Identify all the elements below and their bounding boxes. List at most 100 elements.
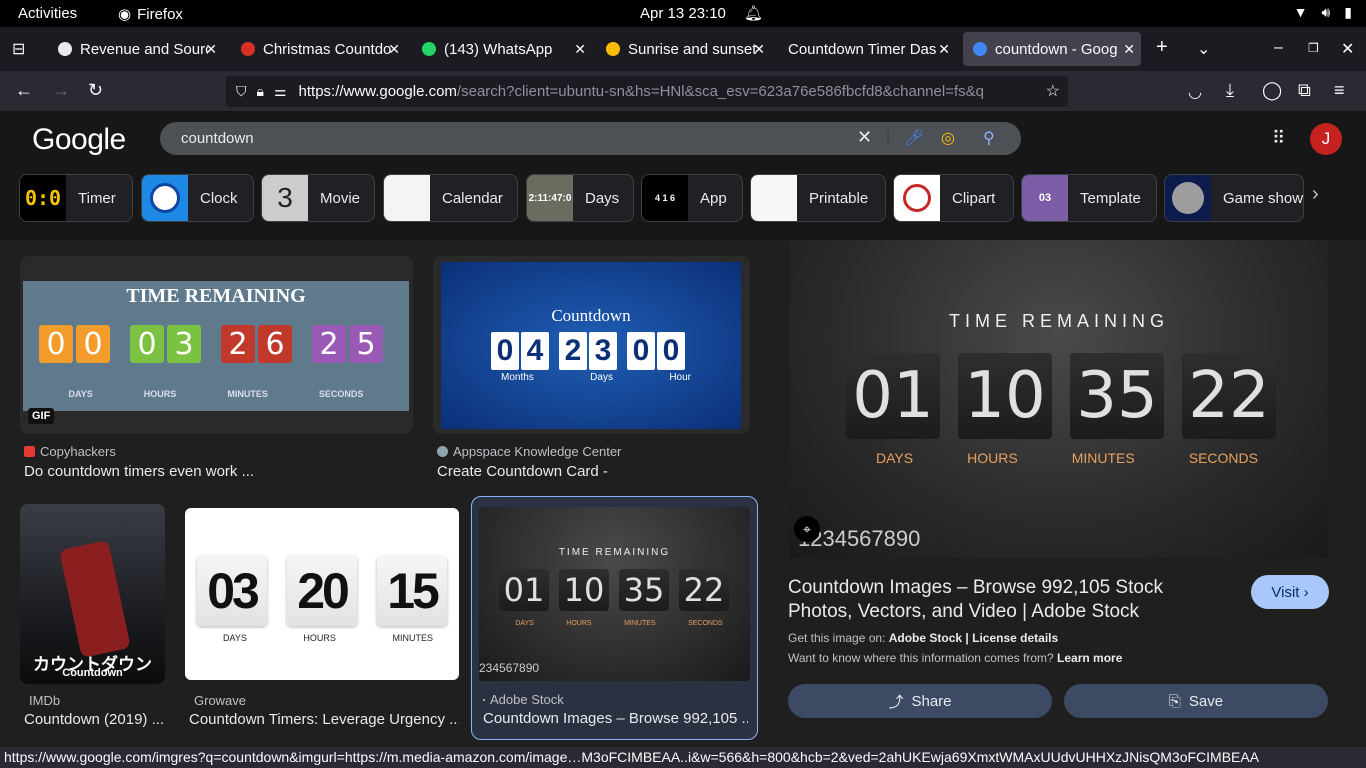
chip-calendar[interactable]: Calendar — [383, 174, 518, 222]
search-input[interactable] — [181, 130, 841, 147]
share-button[interactable]: ⤴ Share — [788, 684, 1052, 718]
tab-overflow-chevron-icon[interactable]: ⌄ — [1197, 39, 1210, 59]
image-preview-panel: TIME REMAINING 01 10 35 22 DAYS HOURS MI… — [772, 240, 1346, 768]
app-menu[interactable]: ◉ Firefox — [118, 5, 183, 24]
chip-clipart[interactable]: Clipart — [893, 174, 1014, 222]
shield-icon[interactable]: ⛉ — [236, 83, 247, 100]
tab-sunrise[interactable]: Sunrise and sunset ✕ — [596, 32, 771, 66]
result-source-adobe[interactable]: Adobe Stock — [483, 692, 564, 707]
reload-icon[interactable]: ↻ — [88, 80, 103, 101]
license-details-link[interactable]: License details — [972, 631, 1058, 645]
lens-search-icon[interactable]: ◎ — [941, 128, 955, 148]
result-image[interactable]: カウントダウン Countdown — [20, 504, 165, 684]
chip-movie[interactable]: 3 Movie — [261, 174, 375, 222]
close-tab-icon[interactable]: ✕ — [753, 41, 765, 58]
chip-game-show[interactable]: Game show — [1164, 174, 1304, 222]
search-box[interactable]: ✕ | 🎤︎ ◎ ⚲ — [160, 122, 1021, 155]
save-button[interactable]: ⎘ Save — [1064, 684, 1328, 718]
close-tab-icon[interactable]: ✕ — [938, 41, 950, 58]
unit-labels: Months Days Hour — [501, 372, 691, 383]
result-source[interactable]: Appspace Knowledge Center — [437, 444, 621, 459]
tab-title: Christmas Countdo — [263, 40, 391, 58]
google-logo[interactable]: Google — [32, 123, 126, 157]
bookmark-star-icon[interactable]: ☆ — [1046, 81, 1060, 101]
image-result-adobe-selected[interactable]: TIME REMAINING 01 10 35 22 DAYS HOURS MI… — [471, 496, 758, 740]
image-heading: TIME REMAINING — [126, 285, 306, 307]
learn-more-link[interactable]: Learn more — [1057, 651, 1122, 665]
forward-icon[interactable]: → — [52, 80, 70, 101]
back-icon[interactable]: ← — [15, 80, 33, 101]
result-source-growave[interactable]: Growave — [189, 693, 246, 708]
system-top-bar: Activities ◉ Firefox Apr 13 23:10 🔔︎ ▼ 🔊… — [0, 0, 1366, 27]
activities-button[interactable]: Activities — [18, 5, 77, 22]
result-title-adobe[interactable]: Countdown Images – Browse 992,105 ... — [483, 710, 748, 727]
extensions-icon[interactable]: ⧉ — [1298, 80, 1311, 101]
new-tab-icon[interactable]: + — [1156, 36, 1168, 59]
chip-printable[interactable]: Printable — [750, 174, 886, 222]
chip-label: Printable — [809, 189, 869, 207]
restore-window-icon[interactable]: ❐ — [1308, 41, 1319, 55]
chip-app[interactable]: 4 1 6 App — [641, 174, 743, 222]
lens-icon[interactable]: ⌖ — [794, 516, 820, 542]
separator: | — [965, 631, 969, 645]
result-image[interactable]: TIME REMAINING 0 0 0 3 2 6 2 5 DAYS HOUR — [20, 256, 413, 434]
result-title[interactable]: Create Countdown Card - — [437, 463, 750, 480]
image-heading: Countdown — [551, 306, 631, 325]
voice-search-icon[interactable]: 🎤︎ — [904, 128, 924, 148]
result-source-imdb[interactable]: IMDb — [24, 693, 60, 708]
unit-label: Days — [590, 372, 613, 383]
url-text[interactable]: https://www.google.com/search?client=ubu… — [299, 83, 1019, 100]
clear-search-icon[interactable]: ✕ — [857, 127, 872, 148]
chip-days[interactable]: 2:11:47:0 Days — [526, 174, 634, 222]
chip-label: Days — [585, 189, 620, 207]
divider: | — [886, 128, 891, 145]
lock-icon[interactable]: 🔒︎ — [257, 83, 264, 100]
downloads-icon[interactable]: ⤓ — [1226, 80, 1234, 101]
image-result-growave[interactable]: 03 20 15 DAYS HOURS MINUTES — [185, 508, 459, 680]
image-result-copyhackers[interactable]: TIME REMAINING 0 0 0 3 2 6 2 5 DAYS HOUR — [20, 256, 413, 481]
account-icon[interactable]: ◯ — [1262, 80, 1282, 101]
pocket-icon[interactable]: ◡ — [1188, 82, 1202, 102]
tab-list-icon[interactable]: ⊟ — [12, 39, 25, 59]
image-result-appspace[interactable]: Countdown 0 4 2 3 0 0 Months Days Hour A… — [433, 256, 750, 481]
close-window-icon[interactable]: ✕ — [1341, 39, 1354, 59]
chips-next-chevron-icon[interactable]: › — [1312, 183, 1319, 206]
close-tab-icon[interactable]: ✕ — [205, 41, 217, 58]
chip-clock[interactable]: Clock — [141, 174, 254, 222]
notification-bell-icon[interactable]: 🔔︎ — [744, 4, 763, 22]
result-source[interactable]: Copyhackers — [24, 444, 116, 459]
result-title-imdb[interactable]: Countdown (2019) ... — [24, 711, 165, 728]
tab-whatsapp[interactable]: (143) WhatsApp ✕ — [412, 32, 592, 66]
close-tab-icon[interactable]: ✕ — [1123, 41, 1135, 58]
preview-image[interactable]: TIME REMAINING 01 10 35 22 DAYS HOURS MI… — [790, 240, 1328, 558]
google-results-page: Google ✕ | 🎤︎ ◎ ⚲ ⠿ J 0:0 Timer Clock 3 … — [0, 111, 1366, 768]
get-image-source-link[interactable]: Adobe Stock — [889, 631, 962, 645]
preview-title[interactable]: Countdown Images – Browse 992,105 Stock … — [788, 576, 1228, 624]
watermark: 234567890 — [479, 661, 540, 675]
menu-hamburger-icon[interactable]: ≡ — [1334, 80, 1345, 101]
digit: 0 — [491, 332, 519, 370]
chip-template[interactable]: 03 Template — [1021, 174, 1157, 222]
result-title[interactable]: Do countdown timers even work ... — [24, 463, 413, 480]
result-title-growave[interactable]: Countdown Timers: Leverage Urgency ... — [189, 711, 459, 728]
chip-timer[interactable]: 0:0 Timer — [19, 174, 133, 222]
permissions-icon[interactable]: ⚌ — [274, 83, 287, 100]
visit-button[interactable]: Visit › — [1251, 575, 1329, 609]
avatar[interactable]: J — [1310, 123, 1342, 155]
tab-countdown-dash[interactable]: Countdown Timer Das ✕ — [778, 32, 956, 66]
address-bar[interactable]: ⛉ 🔒︎ ⚌ https://www.google.com/search?cli… — [226, 76, 1068, 107]
close-tab-icon[interactable]: ✕ — [388, 41, 400, 58]
minimize-window-icon[interactable]: – — [1274, 39, 1283, 57]
tab-christmas[interactable]: Christmas Countdo ✕ — [231, 32, 406, 66]
system-tray[interactable]: ▼ 🔊︎ ▮ — [1294, 4, 1352, 21]
close-tab-icon[interactable]: ✕ — [574, 41, 586, 58]
search-icon[interactable]: ⚲ — [983, 128, 995, 148]
result-image[interactable]: Countdown 0 4 2 3 0 0 Months Days Hour — [433, 256, 750, 434]
digit-row: 03 20 15 — [197, 556, 447, 626]
google-apps-icon[interactable]: ⠿ — [1272, 128, 1285, 149]
result-image[interactable]: TIME REMAINING 01 10 35 22 DAYS HOURS MI… — [479, 507, 750, 681]
tab-revenue[interactable]: Revenue and Sourc ✕ — [48, 32, 223, 66]
clock[interactable]: Apr 13 23:10 — [640, 5, 726, 22]
tab-title: Sunrise and sunset — [628, 40, 756, 58]
tab-google-countdown[interactable]: countdown - Googl ✕ — [963, 32, 1141, 66]
